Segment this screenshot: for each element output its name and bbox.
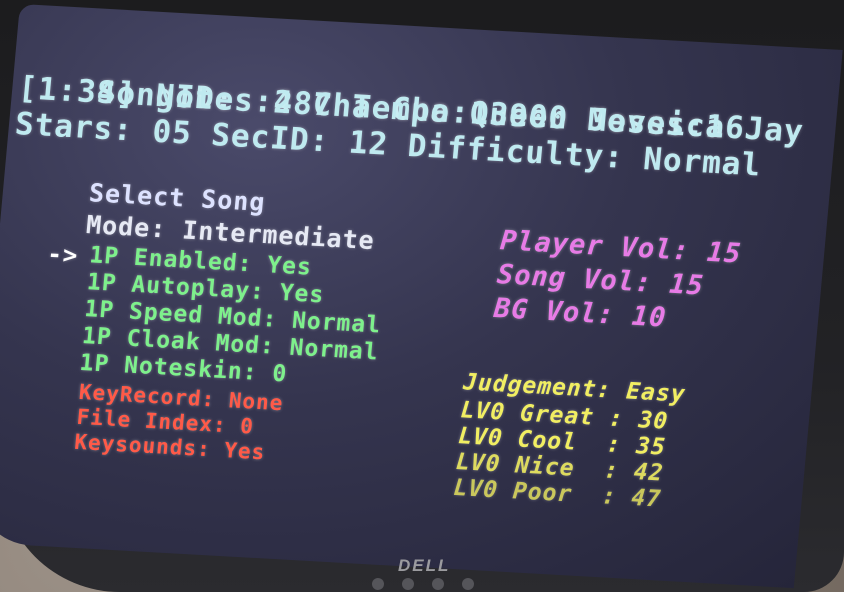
monitor-button[interactable] <box>462 578 474 590</box>
monitor-button[interactable] <box>432 578 444 590</box>
cursor-arrow-icon: -> <box>46 239 80 270</box>
monitor-button[interactable] <box>372 578 384 590</box>
crt-screen: SongID: 4 Cha Cha Queen Jessica Jay [1:3… <box>0 4 843 589</box>
monitor-button[interactable] <box>402 578 414 590</box>
bg-volume: BG Vol: 10 <box>492 292 668 334</box>
dell-logo: DELL <box>398 556 451 575</box>
